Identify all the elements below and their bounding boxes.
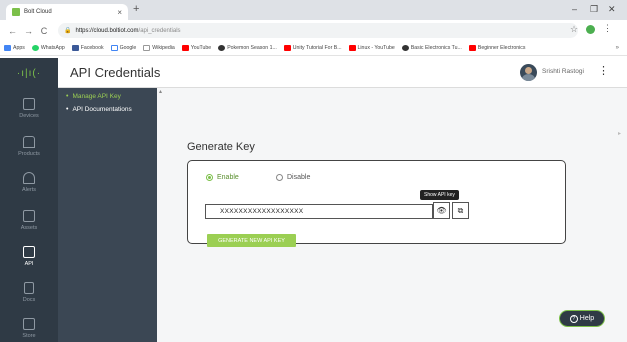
- bookmarks-overflow-icon[interactable]: »: [616, 45, 619, 51]
- api-subnav: • Manage API Key • API Documentations: [58, 88, 157, 342]
- assets-image-icon: [23, 209, 35, 222]
- bookmark-item[interactable]: Facebook: [71, 45, 104, 51]
- bookmark-item[interactable]: Unity Tutorial For B...: [283, 45, 342, 51]
- sidebar-item-docs[interactable]: Docs: [0, 274, 58, 310]
- wikipedia-icon: [143, 45, 151, 51]
- facebook-icon: [71, 45, 79, 51]
- bookmark-item[interactable]: Wikipedia: [143, 45, 175, 51]
- tab-title: Bolt Cloud: [24, 9, 52, 15]
- bookmark-star-icon[interactable]: ☆: [570, 24, 578, 35]
- api-key-field[interactable]: XXXXXXXXXXXXXXXXXX: [205, 204, 433, 219]
- new-tab-button[interactable]: +: [133, 3, 139, 15]
- lock-icon: 🔒: [64, 28, 72, 34]
- help-button[interactable]: ? Help: [559, 310, 605, 327]
- bookmark-item[interactable]: Apps: [4, 45, 25, 51]
- bullet-icon: •: [66, 106, 69, 113]
- bolt-logo[interactable]: ·ı|ı(·: [0, 58, 58, 88]
- document-icon: [24, 281, 34, 294]
- page-title: API Credentials: [70, 65, 161, 80]
- generate-key-button[interactable]: GENERATE NEW API KEY: [207, 234, 296, 247]
- help-icon: ?: [569, 314, 578, 323]
- sidebar-item-devices[interactable]: Devices: [0, 90, 58, 126]
- sidebar-item-api[interactable]: API: [0, 238, 58, 274]
- browser-tabstrip: Bolt Cloud × + – ❐ ✕: [0, 0, 627, 20]
- tab-close-icon[interactable]: ×: [117, 8, 122, 17]
- bookmark-item[interactable]: WhatsApp: [31, 45, 65, 51]
- site-icon: [218, 45, 226, 51]
- whatsapp-icon: [31, 45, 39, 51]
- url-path: /api_credentials: [138, 27, 181, 34]
- youtube-icon: [348, 45, 356, 51]
- radio-selected-icon: [206, 174, 213, 181]
- site-icon: [401, 45, 409, 51]
- scroll-up-icon[interactable]: ▴: [159, 88, 162, 95]
- user-menu-icon[interactable]: ⋮: [598, 64, 609, 77]
- reload-icon[interactable]: C: [40, 26, 48, 36]
- bookmark-item[interactable]: Linux - YouTube: [348, 45, 395, 51]
- radio-disable[interactable]: Disable: [276, 174, 310, 181]
- close-window-icon[interactable]: ✕: [608, 4, 616, 15]
- bookmark-item[interactable]: YouTube: [181, 45, 211, 51]
- store-icon: [23, 317, 35, 330]
- scroll-indicator-icon: ▸: [618, 131, 622, 137]
- youtube-icon: [468, 45, 476, 51]
- browser-toolbar: ← → C 🔒 https://cloud.boltiot.com /api_c…: [0, 20, 627, 41]
- sidebar: Devices Products Alerts Assets API Docs …: [0, 88, 58, 342]
- bookmarks-bar: Apps WhatsApp Facebook Google Wikipedia …: [0, 41, 627, 56]
- bookmark-item[interactable]: Basic Electronics Tu...: [401, 45, 462, 51]
- back-icon[interactable]: ←: [8, 26, 17, 36]
- tooltip: Show API key: [420, 190, 459, 200]
- bookmark-item[interactable]: Beginner Electronics: [468, 45, 525, 51]
- bookmark-item[interactable]: Google: [110, 45, 136, 51]
- forward-icon[interactable]: →: [24, 26, 33, 36]
- generate-key-card: [187, 160, 566, 244]
- youtube-icon: [181, 45, 189, 51]
- browser-tab[interactable]: Bolt Cloud ×: [6, 4, 128, 20]
- bookmark-item[interactable]: Pokemon Season 1...: [218, 45, 277, 51]
- google-icon: [110, 45, 118, 51]
- username[interactable]: Srishti Rastogi: [542, 68, 584, 75]
- address-bar[interactable]: 🔒 https://cloud.boltiot.com /api_credent…: [58, 23, 578, 38]
- subnav-item-manage-api-key[interactable]: • Manage API Key: [66, 93, 121, 100]
- profile-avatar-icon[interactable]: [586, 25, 595, 34]
- avatar[interactable]: [520, 64, 537, 81]
- bell-icon: [23, 171, 35, 184]
- api-cloud-icon: [23, 245, 35, 258]
- sidebar-item-products[interactable]: Products: [0, 128, 58, 164]
- subnav-item-api-documentations[interactable]: • API Documentations: [66, 106, 132, 113]
- url-host: https://cloud.boltiot.com: [75, 27, 139, 34]
- section-title: Generate Key: [187, 141, 255, 153]
- radio-unselected-icon: [276, 174, 283, 181]
- bullet-icon: •: [66, 93, 69, 100]
- browser-menu-icon[interactable]: ⋮: [603, 23, 612, 34]
- products-icon: [23, 135, 35, 148]
- minimize-icon[interactable]: –: [572, 4, 577, 14]
- show-key-eye-icon[interactable]: 👁: [433, 202, 450, 219]
- youtube-icon: [283, 45, 291, 51]
- maximize-icon[interactable]: ❐: [590, 4, 598, 15]
- apps-grid-icon: [4, 45, 11, 51]
- copy-icon[interactable]: ⧉: [452, 202, 469, 219]
- sidebar-item-assets[interactable]: Assets: [0, 202, 58, 238]
- sidebar-item-alerts[interactable]: Alerts: [0, 164, 58, 200]
- app-header: ·ı|ı(· API Credentials Srishti Rastogi ⋮: [0, 58, 627, 88]
- sidebar-item-store[interactable]: Store: [0, 310, 58, 342]
- radio-enable[interactable]: Enable: [206, 174, 239, 181]
- devices-icon: [23, 97, 35, 110]
- bolt-favicon-icon: [12, 8, 20, 16]
